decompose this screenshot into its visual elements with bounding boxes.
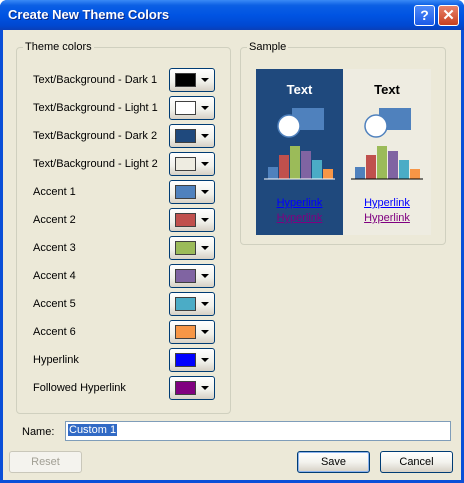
theme-color-label: Text/Background - Light 1 [33,102,158,114]
sample-bar [312,160,322,179]
theme-color-row: Accent 2 [33,208,223,232]
sample-dark-pane: Text Hyperlink Hyperlink [256,69,343,235]
sample-bar [268,167,278,179]
chevron-down-icon [201,274,209,278]
color-swatch [175,297,196,311]
color-picker-button[interactable] [169,96,215,120]
theme-color-label: Text/Background - Light 2 [33,158,158,170]
theme-color-row: Text/Background - Light 2 [33,152,223,176]
sample-bar [279,155,289,179]
sample-bar [388,151,398,179]
theme-color-label: Accent 2 [33,214,76,226]
color-swatch [175,157,196,171]
theme-color-row: Text/Background - Dark 2 [33,124,223,148]
color-picker-button[interactable] [169,208,215,232]
theme-color-row: Accent 6 [33,320,223,344]
theme-color-label: Accent 1 [33,186,76,198]
chevron-down-icon [201,302,209,306]
dialog-body: Theme colors Sample Text Hyperlink Hyper… [3,30,461,480]
chevron-down-icon [201,78,209,82]
cancel-button[interactable]: Cancel [380,451,453,473]
theme-colors-group-label: Theme colors [23,41,94,53]
sample-preview: Text Hyperlink Hyperlink Text Hyperlink … [256,69,431,235]
close-icon[interactable]: ✕ [438,5,459,26]
reset-button[interactable]: Reset [9,451,82,473]
theme-color-row: Text/Background - Light 1 [33,96,223,120]
theme-color-row: Hyperlink [33,348,223,372]
color-picker-button[interactable] [169,292,215,316]
sample-dark-followed-hyperlink[interactable]: Hyperlink [256,212,343,224]
color-swatch [175,185,196,199]
sample-dark-shape-circle [277,114,301,138]
chevron-down-icon [201,386,209,390]
color-picker-button[interactable] [169,236,215,260]
sample-bar [366,155,376,179]
theme-color-row: Accent 1 [33,180,223,204]
sample-light-shape-circle [364,114,388,138]
sample-bar [399,160,409,179]
color-picker-button[interactable] [169,348,215,372]
color-picker-button[interactable] [169,124,215,148]
dialog-window: Create New Theme Colors ? ✕ Theme colors… [0,0,464,483]
chevron-down-icon [201,218,209,222]
help-icon[interactable]: ? [414,5,435,26]
sample-bar [323,169,333,179]
sample-light-pane: Text Hyperlink Hyperlink [343,69,431,235]
chevron-down-icon [201,190,209,194]
color-swatch [175,73,196,87]
color-picker-button[interactable] [169,264,215,288]
sample-bar [377,146,387,179]
theme-color-row: Accent 4 [33,264,223,288]
theme-color-label: Accent 4 [33,270,76,282]
theme-color-label: Accent 6 [33,326,76,338]
sample-light-hyperlink[interactable]: Hyperlink [343,197,431,209]
color-swatch [175,353,196,367]
theme-color-label: Text/Background - Dark 1 [33,74,158,86]
color-swatch [175,269,196,283]
color-swatch [175,101,196,115]
name-input-value: Custom 1 [68,424,118,436]
name-label: Name: [22,426,55,438]
color-picker-button[interactable] [169,68,215,92]
chevron-down-icon [201,246,209,250]
chevron-down-icon [201,358,209,362]
color-picker-button[interactable] [169,152,215,176]
sample-bar [410,169,420,179]
name-input[interactable]: Custom 1 [65,421,451,441]
save-button[interactable]: Save [297,451,370,473]
theme-color-row: Accent 3 [33,236,223,260]
sample-bar [355,167,365,179]
chevron-down-icon [201,134,209,138]
theme-color-label: Hyperlink [33,354,79,366]
chevron-down-icon [201,330,209,334]
sample-dark-graphic [264,108,335,180]
sample-bar [301,151,311,179]
sample-bar [290,146,300,179]
sample-dark-hyperlink[interactable]: Hyperlink [256,197,343,209]
color-picker-button[interactable] [169,180,215,204]
sample-light-graphic [351,108,423,180]
theme-color-label: Accent 3 [33,242,76,254]
chevron-down-icon [201,162,209,166]
theme-color-label: Accent 5 [33,298,76,310]
title-bar[interactable]: Create New Theme Colors ? ✕ [0,0,464,30]
theme-color-label: Text/Background - Dark 2 [33,130,158,142]
color-picker-button[interactable] [169,320,215,344]
color-swatch [175,241,196,255]
color-swatch [175,213,196,227]
color-swatch [175,129,196,143]
color-swatch [175,325,196,339]
color-picker-button[interactable] [169,376,215,400]
theme-color-row: Text/Background - Dark 1 [33,68,223,92]
window-title: Create New Theme Colors [8,7,170,22]
theme-color-row: Followed Hyperlink [33,376,223,400]
sample-group-label: Sample [247,41,289,53]
theme-color-label: Followed Hyperlink [33,382,126,394]
theme-color-row: Accent 5 [33,292,223,316]
chevron-down-icon [201,106,209,110]
color-swatch [175,381,196,395]
sample-light-followed-hyperlink[interactable]: Hyperlink [343,212,431,224]
